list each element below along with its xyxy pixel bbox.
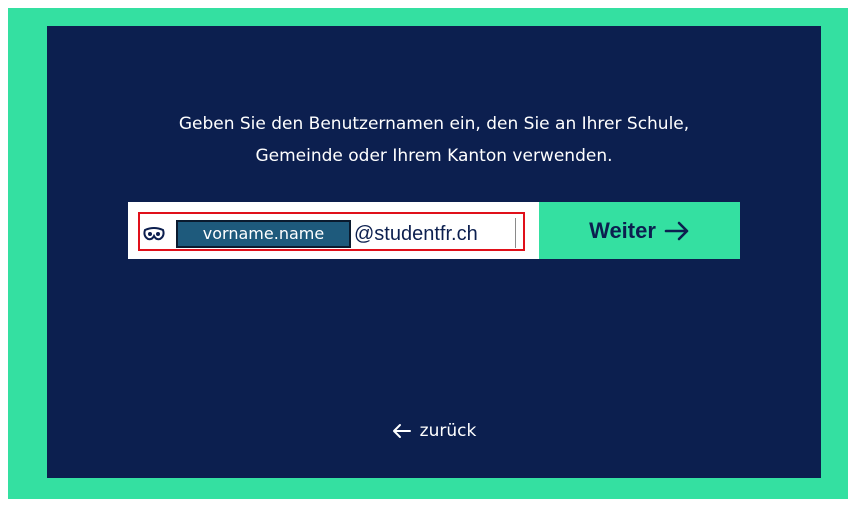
back-link[interactable]: zurück bbox=[47, 421, 821, 441]
back-link-label: zurück bbox=[419, 421, 477, 441]
outer-frame: Geben Sie den Benutzernamen ein, den Sie… bbox=[8, 8, 848, 499]
user-mask-icon bbox=[143, 227, 165, 241]
domain-suffix: @studentfr.ch bbox=[354, 223, 478, 245]
next-button[interactable]: Weiter bbox=[539, 202, 740, 259]
arrow-left-icon bbox=[392, 424, 411, 438]
text-caret bbox=[515, 218, 516, 248]
username-field[interactable]: vorname.name bbox=[176, 220, 351, 248]
instruction-line-2: Gemeinde oder Ihrem Kanton verwenden. bbox=[255, 146, 613, 166]
instruction-text: Geben Sie den Benutzernamen ein, den Sie… bbox=[47, 108, 821, 172]
next-button-label: Weiter bbox=[589, 217, 656, 243]
instruction-line-1: Geben Sie den Benutzernamen ein, den Sie… bbox=[178, 114, 690, 134]
arrow-right-icon bbox=[664, 221, 689, 240]
login-panel: Geben Sie den Benutzernamen ein, den Sie… bbox=[47, 26, 821, 478]
